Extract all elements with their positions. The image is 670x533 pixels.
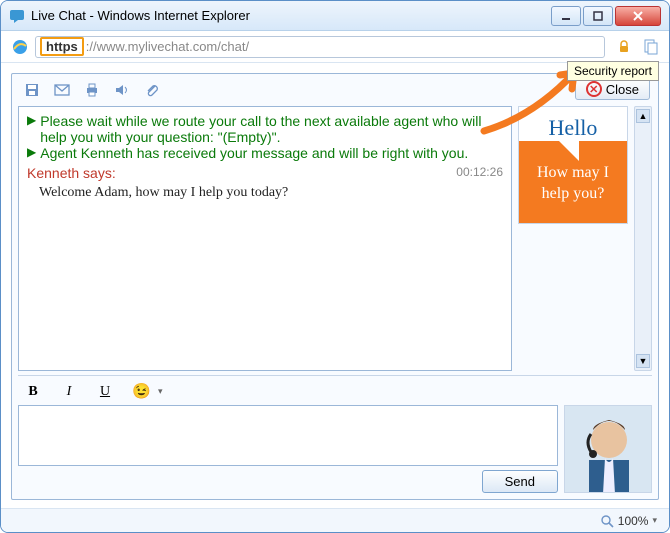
window-title: Live Chat - Windows Internet Explorer [31,8,549,23]
mid-row: ▶Please wait while we route your call to… [18,106,652,371]
page-menu-icon[interactable] [643,39,659,55]
close-x-icon: ✕ [586,81,602,97]
agent-avatar [564,405,652,493]
email-icon[interactable] [54,82,70,98]
attach-icon[interactable] [144,82,160,98]
maximize-button[interactable] [583,6,613,26]
url-rest: ://www.mylivechat.com/chat/ [86,39,249,54]
address-bar-row: https ://www.mylivechat.com/chat/ [1,31,669,63]
agent-message: Welcome Adam, how may I help you today? [27,181,503,201]
scroll-up-button[interactable]: ▲ [636,109,650,123]
italic-button[interactable]: I [60,384,78,400]
system-message: ▶Please wait while we route your call to… [27,113,503,145]
zoom-level: 100% [618,514,649,528]
zoom-dropdown-icon[interactable]: ▾ [652,515,657,526]
timestamp: 00:12:26 [456,165,503,181]
format-bar: B I U 😉 ▾ [18,375,652,405]
emoji-button[interactable]: 😉 [132,382,150,401]
promo-scrollbar: ▲ ▼ [634,106,652,371]
close-label: Close [606,82,639,97]
title-bar: Live Chat - Windows Internet Explorer [1,1,669,31]
message-input[interactable] [18,405,558,466]
underline-button[interactable]: U [96,384,114,400]
promo-card: Hello How may I help you? [518,106,628,224]
system-message: ▶Agent Kenneth has received your message… [27,145,503,161]
scroll-down-button[interactable]: ▼ [636,354,650,368]
chat-frame: ✕ Close ▶Please wait while we route your… [11,73,659,500]
save-icon[interactable] [24,82,40,98]
ie-logo-icon [11,38,29,56]
security-tooltip: Security report [567,61,659,81]
chat-toolbar [18,80,652,106]
lock-icon[interactable] [617,40,631,54]
agent-says-line: Kenneth says: 00:12:26 [27,165,503,181]
speech-tail-icon [559,141,579,161]
promo-column: Hello How may I help you? [518,106,628,371]
minimize-button[interactable] [551,6,581,26]
chat-close-button[interactable]: ✕ Close [575,78,650,100]
content-area: ✕ Close ▶Please wait while we route your… [1,63,669,508]
input-row: Send [18,405,652,493]
window-close-button[interactable] [615,6,661,26]
browser-window: Live Chat - Windows Internet Explorer ht… [0,0,670,533]
caret-icon: ▶ [27,145,36,159]
promo-hello: Hello [519,107,627,141]
sound-icon[interactable] [114,82,130,98]
url-scheme-highlight: https [40,37,84,56]
livechat-app-icon [9,8,25,24]
emoji-dropdown-icon[interactable]: ▾ [158,386,163,397]
caret-icon: ▶ [27,113,36,127]
status-bar: 100% ▾ [1,508,669,532]
bold-button[interactable]: B [24,384,42,400]
input-wrap: Send [18,405,558,493]
zoom-icon[interactable] [600,514,614,528]
send-button[interactable]: Send [482,470,558,493]
address-bar[interactable]: https ://www.mylivechat.com/chat/ [35,36,605,58]
transcript: ▶Please wait while we route your call to… [18,106,512,371]
print-icon[interactable] [84,82,100,98]
